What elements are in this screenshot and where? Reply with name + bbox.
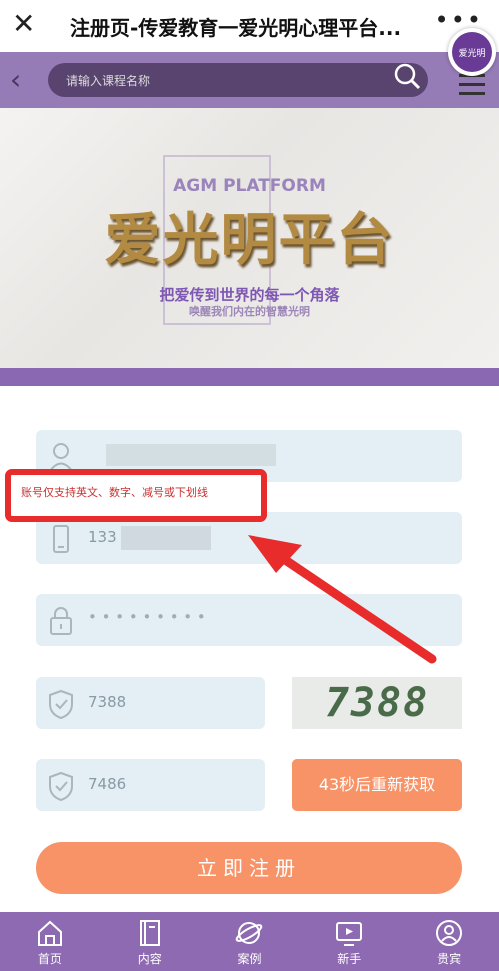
page-title: 注册页-传爱教育一爱光明心理平台... <box>70 16 402 40</box>
back-icon[interactable]: ‹ <box>10 66 21 94</box>
logo-text: 爱光明 <box>458 48 486 59</box>
logo: 爱光明 <box>448 28 496 76</box>
sms-code-value: 7486 <box>88 775 127 793</box>
tab-vip[interactable]: 贵宾 <box>399 912 499 971</box>
annotation-arrow-icon <box>248 535 437 664</box>
tab-label: 内容 <box>137 952 162 966</box>
nav-bar: ‹ 请输入课程名称 <box>0 52 499 108</box>
shield-icon <box>49 689 73 719</box>
user-icon <box>436 920 463 946</box>
captcha-input[interactable]: 7388 <box>36 677 265 729</box>
lock-icon <box>50 607 72 635</box>
tab-home[interactable]: 首页 <box>0 912 100 971</box>
captcha-value: 7388 <box>88 693 127 711</box>
tab-newbie[interactable]: 新手 <box>299 912 399 971</box>
window-top-bar: ✕ 注册页-传爱教育一爱光明心理平台... ••• <box>0 0 499 52</box>
book-icon <box>139 920 160 946</box>
tab-label: 首页 <box>37 952 62 966</box>
search-placeholder: 请输入课程名称 <box>66 74 151 88</box>
banner-divider <box>0 368 499 386</box>
phone-value: 133 <box>88 528 117 546</box>
search-input[interactable]: 请输入课程名称 <box>48 63 428 97</box>
menu-icon[interactable] <box>459 74 485 101</box>
user-icon <box>49 443 73 472</box>
validation-tooltip: 账号仅支持英文、数字、减号或下划线 <box>5 469 267 522</box>
tab-cases[interactable]: 案例 <box>200 912 300 971</box>
blurred-value <box>121 526 211 550</box>
phone-icon <box>53 525 69 553</box>
banner-title: 爱光明平台 <box>104 208 395 273</box>
blurred-value <box>106 444 276 466</box>
password-value: • • • • • • • • • <box>88 608 206 626</box>
tab-label: 新手 <box>337 952 362 966</box>
resend-button[interactable]: 43秒后重新获取 <box>292 759 462 811</box>
bottom-tab-bar: 首页 内容 案例 新手 贵宾 <box>0 912 499 971</box>
banner-subtitle-1: 把爱传到世界的每一个角落 <box>159 286 340 304</box>
planet-icon <box>236 922 263 944</box>
captcha-image[interactable]: 7388 <box>292 677 462 729</box>
tab-label: 贵宾 <box>437 952 462 966</box>
register-button[interactable]: 立即注册 <box>36 842 462 894</box>
search-icon[interactable] <box>392 61 422 91</box>
close-icon[interactable]: ✕ <box>12 10 35 38</box>
banner-platform: AGM PLATFORM <box>173 176 326 196</box>
sms-code-input[interactable]: 7486 <box>36 759 265 811</box>
tab-label: 案例 <box>237 952 262 966</box>
banner-subtitle-2: 唤醒我们内在的智慧光明 <box>189 305 310 318</box>
monitor-icon <box>336 922 363 946</box>
shield-icon <box>49 771 73 801</box>
tab-content[interactable]: 内容 <box>100 912 200 971</box>
home-icon <box>37 920 62 946</box>
